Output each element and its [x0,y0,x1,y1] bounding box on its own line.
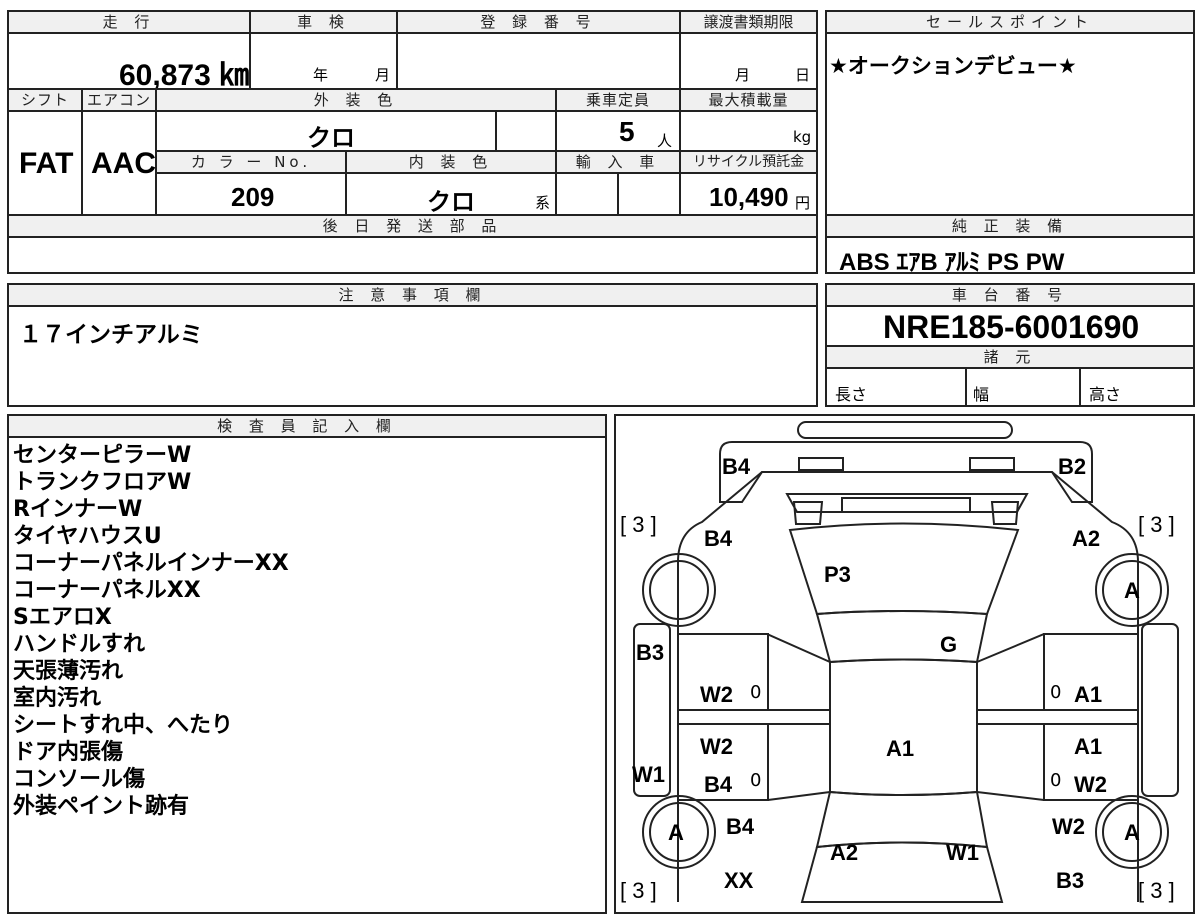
shift-header: シフト [9,90,81,110]
damage-tag: B3 [1056,868,1085,893]
deadline-month-unit: 月 [735,66,751,84]
damage-tag: W1 [946,840,979,865]
interior-color-value: クロ [427,189,475,216]
later-parts-header: 後 日 発 送 部 品 [9,216,816,236]
damage-tag: A1 [886,736,915,761]
list-item: RインナーW [13,497,143,522]
list-item: コーナーパネルXX [13,578,201,603]
damage-tag: [ 3 ] [620,512,657,537]
transfer-deadline-header: 譲渡書類期限 [681,12,816,32]
list-item: 室内汚れ [13,686,102,711]
notes-header: 注 意 事 項 欄 [9,285,816,305]
damage-tag: G [940,632,958,657]
damage-tag: W2 [700,682,733,707]
inspection-month-unit: 月 [375,66,391,84]
recycle-header: リサイクル預託金 [681,152,816,172]
capacity-header: 乗車定員 [557,90,679,110]
chassis-no-header: 車 台 番 号 [827,285,1193,305]
damage-tag: W1 [632,762,665,787]
interior-color-header: 内 装 色 [347,152,555,172]
recycle-fee-value: 10,490 [709,182,789,212]
inspection-header: 車 検 [251,12,396,32]
car-outline [633,421,1179,903]
exterior-color-value: クロ [307,125,355,152]
specs-header: 諸 元 [827,347,1193,367]
damage-tag: 0 [1050,770,1062,791]
car-damage-diagram: B4 B2 [ 3 ] [ 3 ] B4 A2 P3 A G B3 W2 0 0… [614,414,1195,914]
damage-tag: B4 [704,526,733,551]
damage-tag: W2 [700,734,733,759]
chassis-no-value: NRE185-6001690 [883,309,1140,345]
damage-tag: A2 [1072,526,1101,551]
notes-box: 注 意 事 項 欄 １７インチアルミ [7,283,818,407]
damage-tag: A [1124,578,1140,603]
aircon-header: エアコン [83,90,155,110]
interior-color-unit: 系 [535,194,551,212]
damage-tag: B4 [726,814,755,839]
registration-header: 登 録 番 号 [398,12,679,32]
max-load-header: 最大積載量 [681,90,816,110]
sales-point-header: セールスポイント [827,12,1193,32]
height-label: 高さ [1089,385,1122,404]
inspection-year-unit: 年 [313,66,329,84]
length-label: 長さ [835,385,868,404]
recycle-fee-unit: 円 [795,194,811,212]
inspector-notes-list: センターピラーW トランクフロアW RインナーW タイヤハウスU コーナーパネル… [13,442,289,820]
list-item: 外装ペイント跡有 [13,794,190,819]
chassis-box: 車 台 番 号 NRE185-6001690 諸 元 長さ 幅 高さ [825,283,1195,407]
damage-tag: 0 [1050,682,1062,703]
inspector-header: 検 査 員 記 入 欄 [9,416,605,436]
import-header: 輸 入 車 [557,152,679,172]
exterior-color-header: 外 装 色 [157,90,555,110]
color-no-header: カ ラ ー No. [157,152,345,172]
damage-tag: P3 [824,562,851,587]
standard-equipment-value: ABS ｴｱB ｱﾙﾐ PS PW [839,249,1065,276]
damage-tag: B3 [636,640,665,665]
damage-tag: W2 [1074,772,1107,797]
list-item: コンソール傷 [13,767,146,792]
sales-point-text: ★オークションデビュー★ [829,54,1077,78]
damage-tag: [ 3 ] [1138,512,1175,537]
damage-tag: 0 [750,682,762,703]
list-item: コーナーパネルインナーXX [13,551,289,576]
notes-text: １７インチアルミ [19,322,203,348]
damage-tag: A1 [1074,682,1103,707]
list-item: 天張薄汚れ [13,659,124,684]
inspector-box: 検 査 員 記 入 欄 センターピラーW トランクフロアW RインナーW タイヤ… [7,414,607,914]
sales-point-box: セールスポイント ★オークションデビュー★ 純 正 装 備 ABS ｴｱB ｱﾙ… [825,10,1195,276]
damage-tag: [ 3 ] [1138,878,1175,903]
damage-tag: XX [724,868,754,893]
color-no-value: 209 [231,182,275,212]
damage-tag: B4 [704,772,733,797]
capacity-value: 5 [619,116,635,147]
list-item: トランクフロアW [13,470,192,495]
damage-tag: A [1124,820,1140,845]
list-item: タイヤハウスU [13,524,162,549]
capacity-unit: 人 [657,132,673,150]
width-label: 幅 [973,385,990,404]
damage-tag: A1 [1074,734,1103,759]
max-load-unit: kg [793,128,812,146]
vehicle-info-table: 走 行 車 検 登 録 番 号 譲渡書類期限 60,873 ㎞ 年 月 月 日 … [7,10,818,274]
damage-tag: A [668,820,684,845]
list-item: シートすれ中、へたり [13,713,234,738]
damage-tag: 0 [750,770,762,791]
shift-value: FAT [19,147,74,180]
list-item: ハンドルすれ [13,632,146,657]
list-item: SエアロX [13,605,112,630]
list-item: ドア内張傷 [13,740,124,765]
mileage-header: 走 行 [9,12,249,32]
damage-tag: W2 [1052,814,1085,839]
standard-equipment-header: 純 正 装 備 [827,216,1193,236]
deadline-day-unit: 日 [795,66,811,84]
damage-tag: B4 [722,454,751,479]
damage-tag: B2 [1058,454,1087,479]
list-item: センターピラーW [13,443,192,468]
damage-tag: A2 [830,840,859,865]
damage-tag: [ 3 ] [620,878,657,903]
aircon-value: AAC [91,147,156,180]
